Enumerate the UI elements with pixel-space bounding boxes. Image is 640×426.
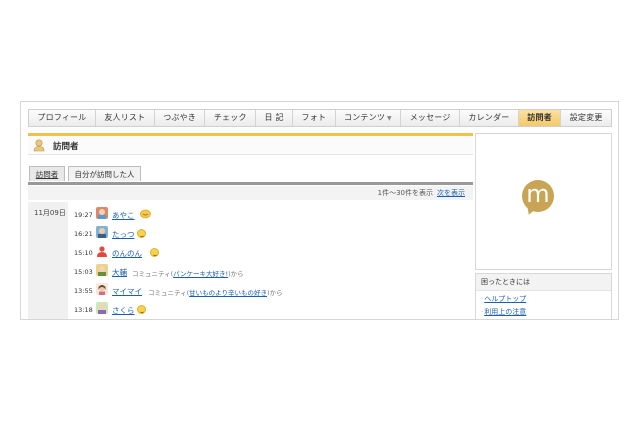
visitor-tabs: 訪問者 自分が訪問した人 (28, 166, 473, 185)
community-link[interactable]: 甘いものより辛いもの好き (189, 289, 267, 297)
nav-contents[interactable]: コンテンツ ▼ (335, 110, 402, 126)
chevron-down-icon: ▼ (387, 115, 392, 122)
visitor-name[interactable]: たっつ (112, 229, 135, 240)
nav-diary[interactable]: 日 記 (256, 110, 294, 126)
visit-time: 16:21 (74, 230, 93, 238)
mixi-page-frame: プロフィール 友人リスト つぶやき チェック 日 記 フォト コンテンツ ▼ メッ… (20, 101, 619, 320)
help-link-label[interactable]: 利用上の注意 (484, 308, 526, 316)
list-item: 13:18 さくら (74, 302, 464, 319)
help-link-label[interactable]: ヘルプトップ (484, 295, 526, 303)
avatar[interactable] (96, 264, 108, 276)
nav-calendar[interactable]: カレンダー (459, 110, 519, 126)
list-item: 15:03 大輔 コミュニティ(パンケーキ大好き!)から (74, 264, 464, 283)
nav-contents-label: コンテンツ (344, 113, 386, 122)
ad-banner[interactable]: m (475, 133, 612, 270)
visit-source-prefix: コミュニティ( (148, 289, 190, 297)
list-item: 15:10 のんのん (74, 245, 464, 264)
pager-row: 1件〜30件を表示 次を表示 (28, 186, 473, 200)
visit-source: コミュニティ(パンケーキ大好き!)から (132, 268, 244, 278)
visit-source-suffix: )から (267, 289, 283, 297)
bullet-icon: · (481, 308, 484, 316)
tab-visited-by-me[interactable]: 自分が訪問した人 (68, 166, 141, 181)
nav-check[interactable]: チェック (205, 110, 257, 126)
nav-tsubuyaki[interactable]: つぶやき (154, 110, 206, 126)
smile-icon (137, 305, 146, 314)
avatar[interactable] (96, 207, 108, 219)
help-box: 困ったときには ·ヘルプトップ ·利用上の注意 (475, 273, 612, 319)
avatar[interactable] (96, 245, 108, 257)
visitor-name[interactable]: あやこ (112, 210, 135, 221)
avatar[interactable] (96, 302, 108, 314)
list-item: 19:27 あやこ (74, 207, 464, 226)
visitor-name[interactable]: さくら (112, 305, 135, 316)
visit-date: 11月09日 (28, 202, 68, 319)
nav-message[interactable]: メッセージ (401, 110, 460, 126)
nav-visitors[interactable]: 訪問者 (518, 110, 562, 126)
community-link[interactable]: パンケーキ大好き! (173, 270, 228, 278)
visitor-name[interactable]: マイマイ (112, 286, 142, 297)
pager-range: 1件〜30件を表示 (377, 189, 433, 197)
main-column: 訪問者 訪問者 自分が訪問した人 1件〜30件を表示 次を表示 11月09日 19… (28, 133, 473, 319)
visit-time: 19:27 (74, 211, 93, 219)
list-item: 13:55 マイマイ コミュニティ(甘いものより辛いもの好き)から (74, 283, 464, 302)
visitor-person-icon (33, 139, 45, 152)
visit-time: 15:10 (74, 249, 93, 257)
nav-friend-list[interactable]: 友人リスト (95, 110, 155, 126)
page-title-bar: 訪問者 (28, 133, 473, 155)
help-title: 困ったときには (476, 274, 611, 291)
help-link-top[interactable]: ·ヘルプトップ (476, 291, 611, 304)
visit-time: 15:03 (74, 268, 93, 276)
next-page-link[interactable]: 次を表示 (437, 189, 465, 197)
list-item: 16:21 たっつ (74, 226, 464, 245)
help-link-notice[interactable]: ·利用上の注意 (476, 304, 611, 317)
global-nav: プロフィール 友人リスト つぶやき チェック 日 記 フォト コンテンツ ▼ メッ… (28, 109, 612, 127)
visitor-name[interactable]: 大輔 (112, 267, 127, 278)
visitor-name[interactable]: のんのん (112, 248, 142, 259)
nav-settings[interactable]: 設定変更 (561, 110, 611, 126)
visit-time: 13:18 (74, 306, 93, 314)
smile-icon (150, 248, 159, 257)
visit-source-suffix: )から (228, 270, 244, 278)
visit-source: コミュニティ(甘いものより辛いもの好き)から (148, 287, 283, 297)
visit-time: 13:55 (74, 287, 93, 295)
avatar[interactable] (96, 226, 108, 238)
nav-profile[interactable]: プロフィール (29, 110, 96, 126)
avatar[interactable] (96, 283, 108, 295)
nav-photo[interactable]: フォト (293, 110, 336, 126)
bullet-icon: · (481, 295, 484, 303)
smile-icon (137, 229, 146, 238)
tab-visitors[interactable]: 訪問者 (29, 166, 65, 181)
mixi-logo-icon: m (522, 180, 554, 212)
visit-source-prefix: コミュニティ( (132, 270, 174, 278)
page-title: 訪問者 (53, 142, 79, 152)
hug-icon (140, 209, 151, 219)
